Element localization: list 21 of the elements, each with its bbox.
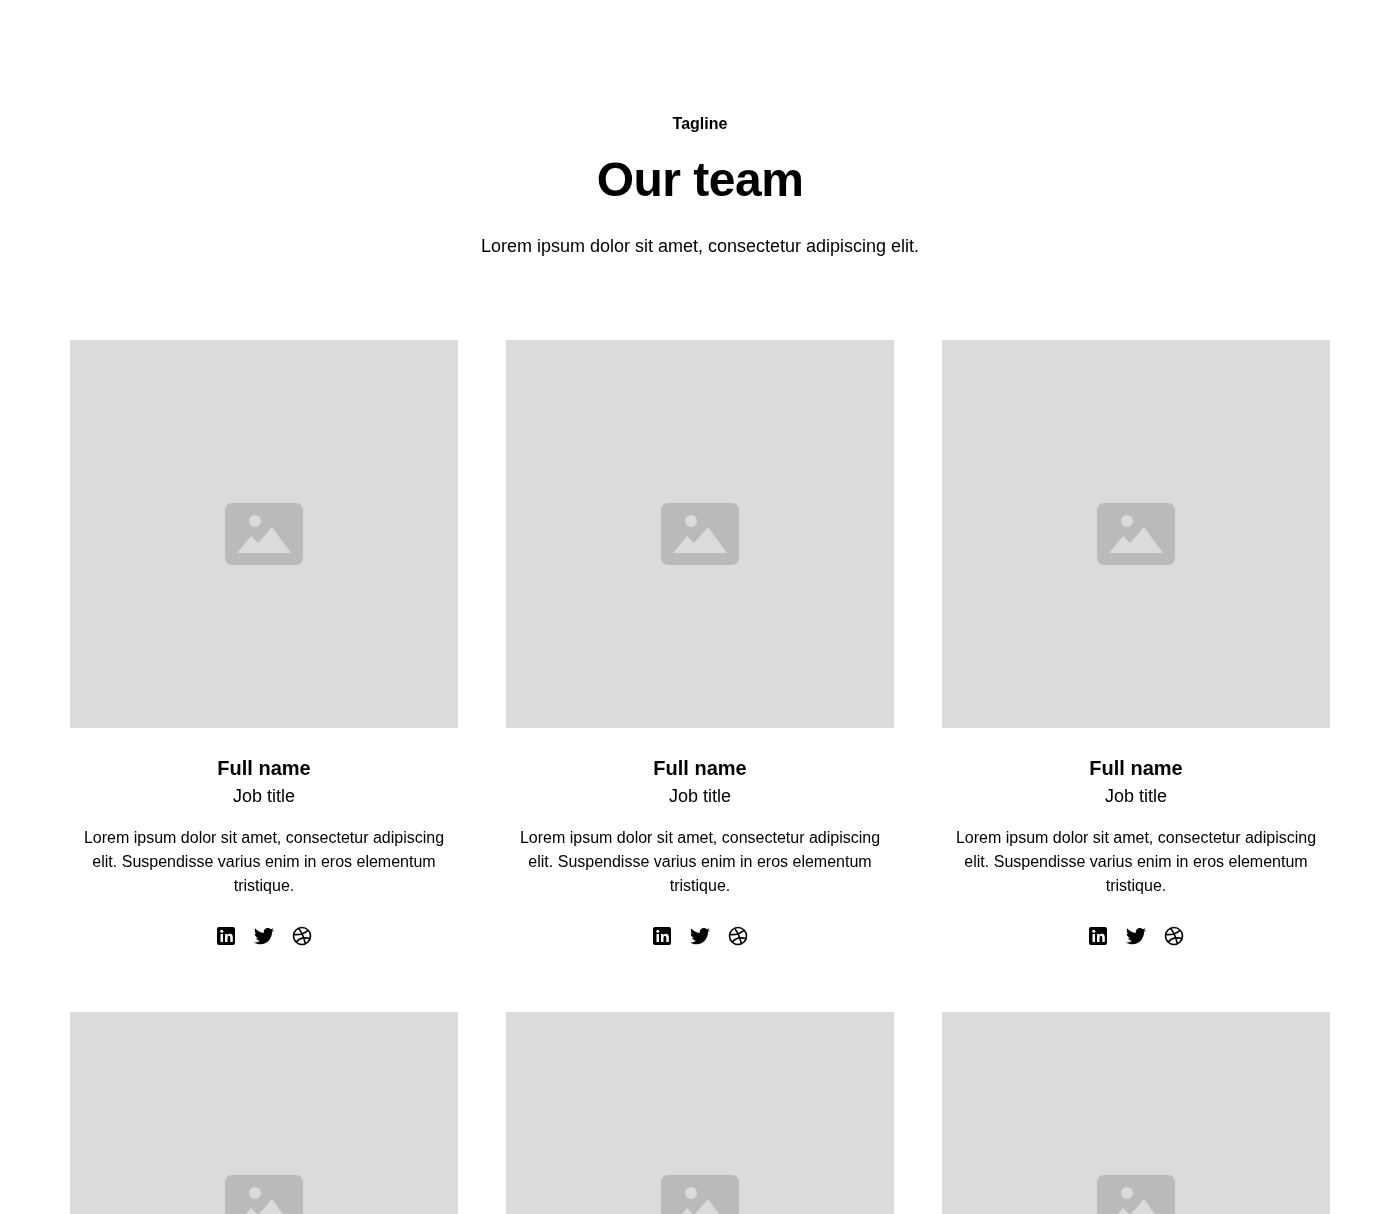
- member-bio: Lorem ipsum dolor sit amet, consectetur adipiscing elit. Suspendisse varius enim in eros elementum tristique.: [82, 828, 446, 896]
- member-bio: Lorem ipsum dolor sit amet, consectetur adipiscing elit. Suspendisse varius enim in eros elementum tristique.: [518, 828, 882, 896]
- job-title: Job title: [1104, 785, 1167, 808]
- linkedin-icon[interactable]: [650, 924, 674, 948]
- linkedin-icon[interactable]: [214, 924, 238, 948]
- dribbble-icon[interactable]: [726, 924, 750, 948]
- job-title: Job title: [668, 785, 731, 808]
- section-subtitle: Lorem ipsum dolor sit amet, consectetur adipiscing elit.: [480, 235, 920, 258]
- member-name: Full name: [653, 756, 747, 781]
- member-name: Full name: [217, 756, 311, 781]
- image-icon: [225, 503, 303, 565]
- member-name: Full name: [1089, 756, 1183, 781]
- linkedin-icon[interactable]: [1086, 924, 1110, 948]
- dribbble-icon[interactable]: [290, 924, 314, 948]
- job-title: Job title: [232, 785, 295, 808]
- member-bio: Lorem ipsum dolor sit amet, consectetur adipiscing elit. Suspendisse varius enim in eros elementum tristique.: [954, 828, 1318, 896]
- dribbble-icon[interactable]: [1162, 924, 1186, 948]
- section-title: Our team: [596, 152, 804, 208]
- image-icon: [1097, 503, 1175, 565]
- image-icon: [661, 503, 739, 565]
- tagline: Tagline: [672, 114, 728, 134]
